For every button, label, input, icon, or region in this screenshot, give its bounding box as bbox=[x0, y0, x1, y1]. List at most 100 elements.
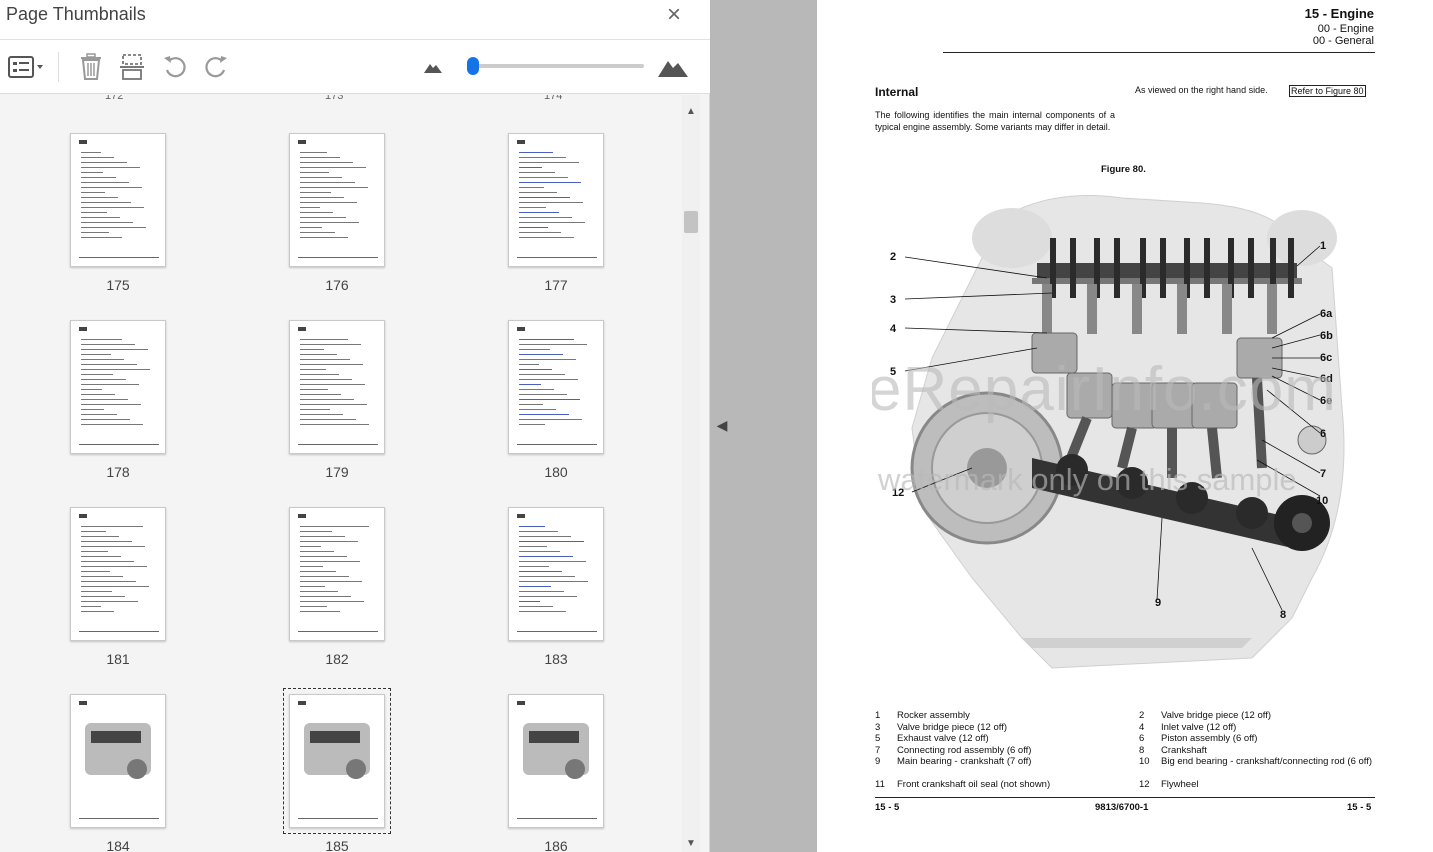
legend-number: 12 bbox=[1139, 779, 1150, 790]
legend-number: 6 bbox=[1139, 733, 1145, 744]
legend-text: Front crankshaft oil seal (not shown) bbox=[897, 779, 1051, 790]
footer-page-left: 15 - 5 bbox=[875, 802, 900, 813]
page-thumbnail[interactable] bbox=[70, 694, 166, 828]
legend-number: 4 bbox=[1139, 722, 1145, 733]
footer-page-right: 15 - 5 bbox=[1347, 802, 1372, 813]
watermark-text: eRepairInfo.com bbox=[872, 355, 1337, 424]
legend-text: Connecting rod assembly (6 off) bbox=[897, 745, 1032, 756]
rotate-clockwise-button[interactable] bbox=[199, 50, 233, 84]
legend-number: 7 bbox=[875, 745, 881, 756]
callout-label: 9 bbox=[1155, 597, 1161, 609]
extract-pages-button[interactable] bbox=[115, 50, 149, 84]
thumbnail-page-number: 186 bbox=[544, 838, 568, 852]
section-title: Internal bbox=[875, 85, 919, 99]
document-page: 15 - Engine 00 - Engine 00 - General Int… bbox=[817, 0, 1433, 852]
panel-title: Page Thumbnails bbox=[6, 4, 146, 24]
thumbnail-page-number: 182 bbox=[325, 651, 349, 667]
legend-text: Flywheel bbox=[1161, 779, 1199, 790]
rotate-counterclockwise-button[interactable] bbox=[158, 50, 192, 84]
list-options-icon bbox=[8, 56, 43, 78]
legend-text: Piston assembly (6 off) bbox=[1161, 733, 1258, 744]
zoom-in-button[interactable] bbox=[656, 50, 690, 84]
figure-title: Figure 80. bbox=[1101, 164, 1146, 175]
thumbnail-grid: 172 173 174 175 176 177 178 179 180 181 182 183 1… bbox=[0, 95, 682, 852]
legend-text: Main bearing - crankshaft (7 off) bbox=[897, 756, 1032, 767]
trash-icon bbox=[81, 53, 101, 80]
rotate-right-icon bbox=[205, 56, 227, 78]
legend-number: 1 bbox=[875, 710, 881, 721]
callout-label: 6a bbox=[1320, 308, 1333, 320]
slider-thumb[interactable] bbox=[467, 57, 479, 75]
page-thumbnails-panel: Page Thumbnails × 172 173 174 175 176 17… bbox=[0, 0, 710, 852]
delete-pages-button[interactable] bbox=[74, 50, 108, 84]
engine-internal-figure: 1 2 3 4 5 6a 6b 6c 6d 6e 6 7 10 12 9 8 e… bbox=[872, 195, 1345, 669]
page-thumbnail[interactable] bbox=[70, 320, 166, 454]
callout-label: 4 bbox=[890, 323, 897, 335]
page-thumbnail[interactable] bbox=[289, 507, 385, 641]
partial-page-label: 173 bbox=[325, 95, 344, 102]
small-mountain-icon bbox=[424, 64, 442, 73]
legend-number: 8 bbox=[1139, 745, 1145, 756]
page-thumbnail[interactable] bbox=[508, 320, 604, 454]
callout-label: 7 bbox=[1320, 468, 1326, 480]
thumbnail-size-slider[interactable] bbox=[467, 57, 644, 75]
scroll-down-icon[interactable]: ▼ bbox=[684, 837, 698, 851]
thumbnail-page-number: 178 bbox=[106, 464, 130, 480]
thumbnail-page-number: 176 bbox=[325, 277, 349, 293]
legend-text: Exhaust valve (12 off) bbox=[897, 733, 989, 744]
large-mountain-icon bbox=[658, 61, 688, 77]
figure-reference-link[interactable]: Refer to Figure 80 bbox=[1289, 85, 1366, 97]
page-header-title: 15 - Engine bbox=[1304, 6, 1374, 21]
callout-label: 10 bbox=[1316, 495, 1328, 507]
rotate-left-icon bbox=[164, 56, 186, 78]
options-menu-button[interactable] bbox=[4, 50, 48, 84]
thumbnails-toolbar bbox=[0, 40, 710, 94]
legend-text: Big end bearing - crankshaft/connecting … bbox=[1161, 756, 1373, 767]
zoom-out-button[interactable] bbox=[416, 50, 450, 84]
close-panel-button[interactable]: × bbox=[660, 2, 688, 30]
legend-number: 9 bbox=[875, 756, 881, 767]
footer-rule bbox=[875, 797, 1375, 798]
page-thumbnail[interactable] bbox=[508, 507, 604, 641]
partial-page-label: 174 bbox=[544, 95, 563, 102]
extract-pages-icon bbox=[120, 54, 144, 80]
page-thumbnail[interactable] bbox=[70, 507, 166, 641]
legend-text: Valve bridge piece (12 off) bbox=[1161, 710, 1272, 721]
legend-number: 3 bbox=[875, 722, 881, 733]
thumbnail-page-number: 177 bbox=[544, 277, 568, 293]
page-thumbnail[interactable] bbox=[70, 133, 166, 267]
callout-label: 6b bbox=[1320, 330, 1333, 342]
footer-document-number: 9813/6700-1 bbox=[1095, 802, 1149, 813]
page-thumbnail[interactable] bbox=[508, 133, 604, 267]
thumbnail-page-number: 183 bbox=[544, 651, 568, 667]
thumbnail-page-number: 180 bbox=[544, 464, 568, 480]
page-thumbnail[interactable] bbox=[289, 133, 385, 267]
legend-text: Inlet valve (12 off) bbox=[1161, 722, 1237, 733]
callout-label: 6 bbox=[1320, 428, 1326, 440]
watermark-subtext: watermark only on this sample bbox=[877, 462, 1297, 497]
legend-text: Crankshaft bbox=[1161, 745, 1207, 756]
thumbnail-page-number: 175 bbox=[106, 277, 130, 293]
page-thumbnail[interactable] bbox=[508, 694, 604, 828]
collapse-panel-icon[interactable]: ◀ bbox=[712, 414, 732, 436]
page-thumbnail[interactable] bbox=[289, 320, 385, 454]
partial-page-label: 172 bbox=[105, 95, 124, 102]
view-note: As viewed on the right hand side. bbox=[1135, 85, 1268, 95]
thumbnail-page-number: 181 bbox=[106, 651, 130, 667]
intro-paragraph: The following identifies the main intern… bbox=[875, 110, 1115, 132]
scroll-up-icon[interactable]: ▲ bbox=[684, 105, 698, 119]
callout-label: 8 bbox=[1280, 609, 1286, 621]
page-header-subtitle: 00 - Engine bbox=[1317, 23, 1374, 35]
callout-label: 3 bbox=[890, 294, 896, 306]
engine-block-drawing bbox=[910, 195, 1345, 669]
legend-text: Valve bridge piece (12 off) bbox=[897, 722, 1008, 733]
scrollbar-thumb[interactable] bbox=[684, 211, 698, 233]
header-rule bbox=[943, 52, 1375, 53]
legend-number: 11 bbox=[875, 779, 885, 790]
thumbnails-scrollbar[interactable]: ▲ ▼ bbox=[682, 95, 700, 852]
page-thumbnail[interactable] bbox=[283, 688, 391, 834]
panel-header: Page Thumbnails × bbox=[0, 0, 710, 40]
thumbnail-page-number: 184 bbox=[106, 838, 130, 852]
legend-text: Rocker assembly bbox=[897, 710, 970, 721]
legend-number: 5 bbox=[875, 733, 881, 744]
